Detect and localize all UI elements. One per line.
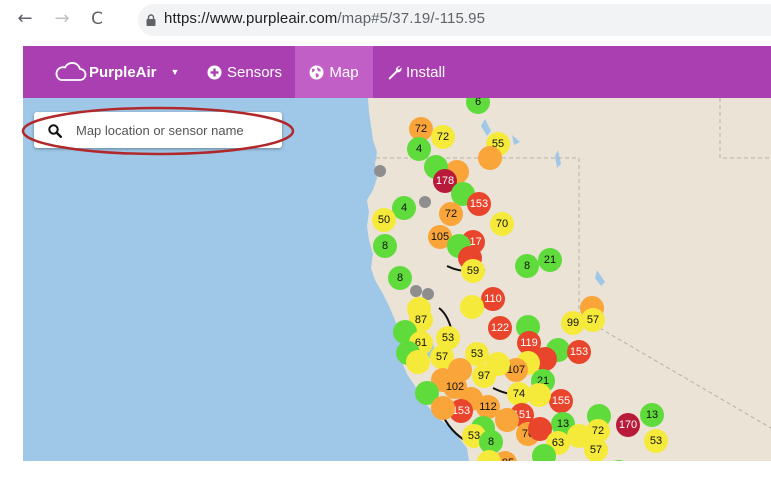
url-host: https://www.purpleair.com [164,10,338,27]
caret-down-icon: ▼ [170,67,180,77]
reload-icon[interactable]: C [86,8,108,30]
sensor-marker[interactable]: 21 [538,248,562,272]
sensor-marker[interactable] [495,408,519,432]
sensor-marker[interactable]: 57 [584,438,608,461]
sensor-marker[interactable]: 170 [616,413,640,437]
sensor-marker[interactable]: 155 [549,389,573,413]
wrench-icon [388,65,402,79]
sensor-marker[interactable]: 13 [640,403,664,427]
sensor-marker[interactable] [478,146,502,170]
globe-icon [309,65,324,79]
sensor-marker[interactable]: 50 [372,208,396,232]
nav-map[interactable]: Map [295,46,373,98]
plus-circle-icon [207,65,222,79]
sensor-marker[interactable]: 72 [431,125,455,149]
sensor-marker[interactable] [527,383,551,407]
sensor-marker[interactable] [374,165,386,177]
browser-chrome: ← → C https://www.purpleair.com/map#5/37… [0,0,771,40]
sensor-marker[interactable]: 53 [644,429,668,453]
sensor-marker[interactable] [460,295,484,319]
nav-sensors[interactable]: Sensors [207,46,282,98]
url-path: /map#5/37.19/-115.95 [337,10,486,27]
sensor-marker[interactable] [419,196,431,208]
sensor-marker[interactable]: 70 [490,212,514,236]
nav-install-label: Install [406,63,446,81]
sensor-marker[interactable]: 122 [488,316,512,340]
app-navbar: PurpleAir ▼ Sensors Map Install [23,46,771,98]
nav-install[interactable]: Install [387,46,445,98]
sensor-marker[interactable]: 57 [581,308,605,332]
sensor-marker[interactable]: 110 [481,287,505,311]
cloud-logo-icon [55,62,87,81]
brand-name: PurpleAir [89,63,157,81]
sensor-marker[interactable] [532,444,556,461]
sensor-marker[interactable]: 97 [472,364,496,388]
sensor-marker[interactable] [410,285,422,297]
brand-dropdown[interactable]: PurpleAir ▼ [53,46,179,98]
sensor-marker[interactable]: 8 [373,234,397,258]
sensor-marker[interactable] [431,396,455,420]
sensor-marker[interactable]: 72 [439,202,463,226]
highlight-ellipse [21,106,295,156]
sensor-marker[interactable]: 8 [515,254,539,278]
lock-icon [146,14,156,26]
back-arrow-icon[interactable]: ← [14,8,36,30]
sensor-marker[interactable]: 59 [461,259,485,283]
sensor-marker[interactable]: 153 [567,340,591,364]
bottom-strip [0,461,771,487]
nav-sensors-label: Sensors [227,63,283,81]
sensor-marker[interactable]: 8 [388,266,412,290]
nav-map-label: Map [329,63,359,81]
sensor-marker[interactable]: 153 [467,192,491,216]
url-text[interactable]: https://www.purpleair.com/map#5/37.19/-1… [164,10,485,27]
forward-arrow-icon[interactable]: → [51,8,73,30]
sensor-marker[interactable] [406,350,430,374]
